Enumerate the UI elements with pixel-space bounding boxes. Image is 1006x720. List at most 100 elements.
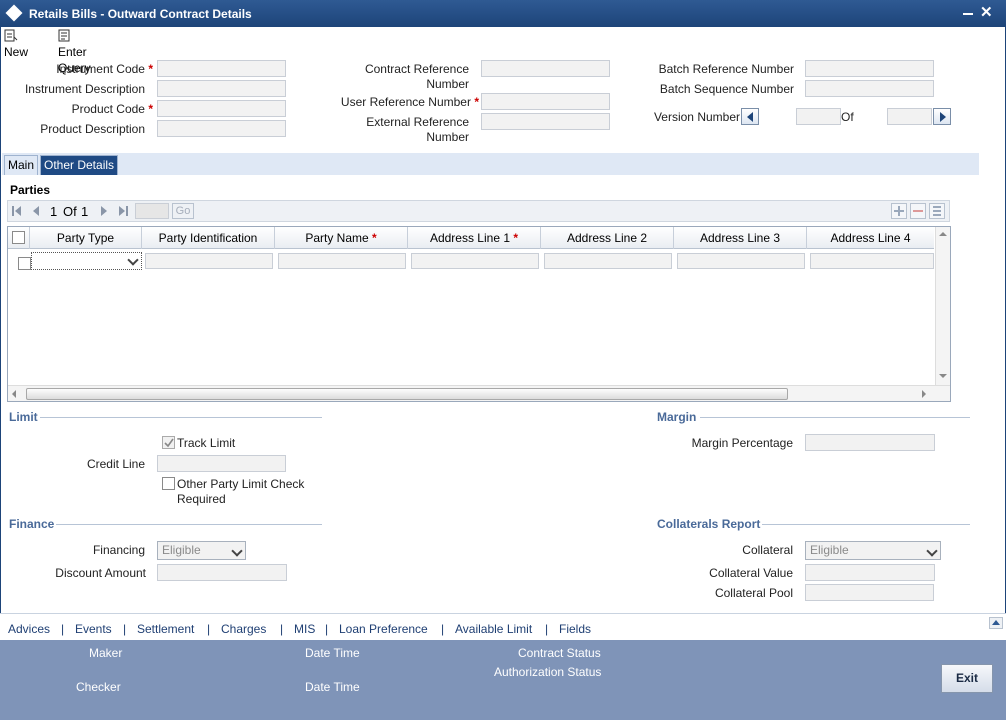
enter-query-icon [58, 29, 72, 42]
link-charges[interactable]: Charges [221, 622, 266, 636]
tab-bar: Main Other Details [2, 153, 979, 175]
other-party-limit-label: Other Party Limit Check [177, 477, 305, 491]
collateral-value-field[interactable] [805, 564, 935, 581]
enter-query-button[interactable]: Enter Query [58, 28, 91, 75]
col-address-line-3[interactable]: Address Line 3 [674, 227, 807, 249]
other-party-limit-checkbox[interactable] [162, 477, 175, 490]
link-separator: | [207, 622, 211, 636]
grid-vertical-scrollbar[interactable] [935, 227, 950, 385]
party-identification-cell[interactable] [145, 253, 273, 269]
collateral-select[interactable]: Eligible [805, 541, 941, 560]
instrument-description-label: Instrument Description [24, 82, 145, 96]
link-fields[interactable]: Fields [559, 622, 591, 636]
add-row-icon[interactable] [891, 203, 907, 219]
select-all-cell [8, 227, 30, 249]
financing-select[interactable]: Eligible [157, 541, 246, 560]
link-loan-preference[interactable]: Loan Preference [339, 622, 428, 636]
link-separator: | [280, 622, 284, 636]
address-line-4-cell[interactable] [810, 253, 934, 269]
col-address-line-2[interactable]: Address Line 2 [541, 227, 674, 249]
col-address-line-4[interactable]: Address Line 4 [807, 227, 934, 249]
link-mis[interactable]: MIS [294, 622, 315, 636]
batch-sequence-field[interactable] [805, 80, 934, 97]
link-settlement[interactable]: Settlement [137, 622, 194, 636]
last-page-icon[interactable] [118, 205, 128, 217]
address-line-1-cell[interactable] [411, 253, 539, 269]
scroll-right-icon[interactable] [921, 390, 927, 398]
link-events[interactable]: Events [75, 622, 112, 636]
scroll-up-icon[interactable] [939, 231, 947, 237]
first-page-icon[interactable] [12, 205, 22, 217]
contract-reference-field[interactable] [481, 60, 610, 77]
product-code-field[interactable] [157, 100, 286, 117]
col-party-type[interactable]: Party Type [30, 227, 142, 249]
next-page-icon[interactable] [100, 205, 108, 217]
margin-percentage-field[interactable] [805, 434, 935, 451]
credit-line-field[interactable] [157, 455, 286, 472]
grid-horizontal-scrollbar[interactable] [8, 385, 950, 401]
user-reference-field[interactable] [481, 93, 610, 110]
product-description-label: Product Description [40, 122, 145, 136]
version-prev-button[interactable] [741, 108, 759, 125]
batch-reference-field[interactable] [805, 60, 934, 77]
tab-main[interactable]: Main [4, 155, 39, 175]
minimize-icon[interactable] [963, 13, 973, 15]
product-code-text: Product Code [71, 102, 145, 116]
arrow-left-icon [747, 112, 753, 122]
link-separator: | [325, 622, 329, 636]
version-number-field[interactable] [796, 108, 841, 125]
user-reference-label: User Reference Number * [300, 95, 479, 110]
exit-button[interactable]: Exit [941, 664, 993, 693]
tab-other-details[interactable]: Other Details [40, 155, 119, 175]
product-description-field[interactable] [157, 120, 286, 137]
goto-page-field[interactable] [135, 203, 169, 219]
other-party-limit-label-2: Required [177, 492, 226, 506]
pager-total: 1 [81, 204, 89, 219]
select-all-checkbox[interactable] [12, 231, 25, 244]
scroll-left-icon[interactable] [11, 390, 17, 398]
address-line-2-cell[interactable] [544, 253, 672, 269]
prev-page-icon[interactable] [32, 205, 40, 217]
maker-label: Maker [89, 646, 123, 660]
collapse-up-icon[interactable] [989, 617, 1003, 629]
col-address-line-1[interactable]: Address Line 1 * [408, 227, 541, 249]
instrument-description-field[interactable] [157, 80, 286, 97]
version-total-field[interactable] [887, 108, 932, 125]
collateral-pool-field[interactable] [805, 584, 934, 601]
row-select-checkbox[interactable] [18, 257, 31, 270]
discount-amount-field[interactable] [157, 564, 287, 581]
scroll-thumb[interactable] [26, 388, 788, 400]
party-type-select[interactable] [31, 252, 142, 270]
subsystem-link-bar: Advices | Events | Settlement | Charges … [0, 613, 1006, 640]
close-icon[interactable]: ✕ [980, 5, 993, 20]
new-button[interactable]: New [4, 28, 28, 59]
financing-label: Financing [92, 543, 145, 557]
authorization-status-label: Authorization Status [494, 665, 602, 679]
delete-row-icon[interactable] [910, 203, 926, 219]
external-reference-field[interactable] [481, 113, 610, 130]
parties-title: Parties [10, 183, 51, 197]
party-name-cell[interactable] [278, 253, 406, 269]
contract-status-label: Contract Status [518, 646, 601, 660]
required-mark: * [372, 231, 377, 245]
instrument-code-field[interactable] [157, 60, 286, 77]
margin-divider [700, 417, 970, 418]
chevron-down-icon [231, 545, 243, 557]
finance-divider [56, 524, 322, 525]
link-separator: | [61, 622, 65, 636]
col-party-name[interactable]: Party Name * [275, 227, 408, 249]
version-of-label: Of [841, 110, 854, 124]
track-limit-checkbox[interactable] [162, 436, 175, 449]
go-button[interactable]: Go [172, 203, 194, 219]
link-advices[interactable]: Advices [8, 622, 50, 636]
address-line-3-cell[interactable] [677, 253, 805, 269]
col-party-identification[interactable]: Party Identification [142, 227, 275, 249]
link-separator: | [123, 622, 127, 636]
scroll-down-icon[interactable] [939, 373, 947, 379]
version-next-button[interactable] [933, 108, 951, 125]
track-limit-label: Track Limit [177, 436, 236, 450]
col-party-name-text: Party Name [305, 231, 369, 245]
link-available-limit[interactable]: Available Limit [455, 622, 532, 636]
contract-reference-label: Contract Reference [364, 62, 469, 76]
single-view-icon[interactable] [929, 203, 945, 219]
